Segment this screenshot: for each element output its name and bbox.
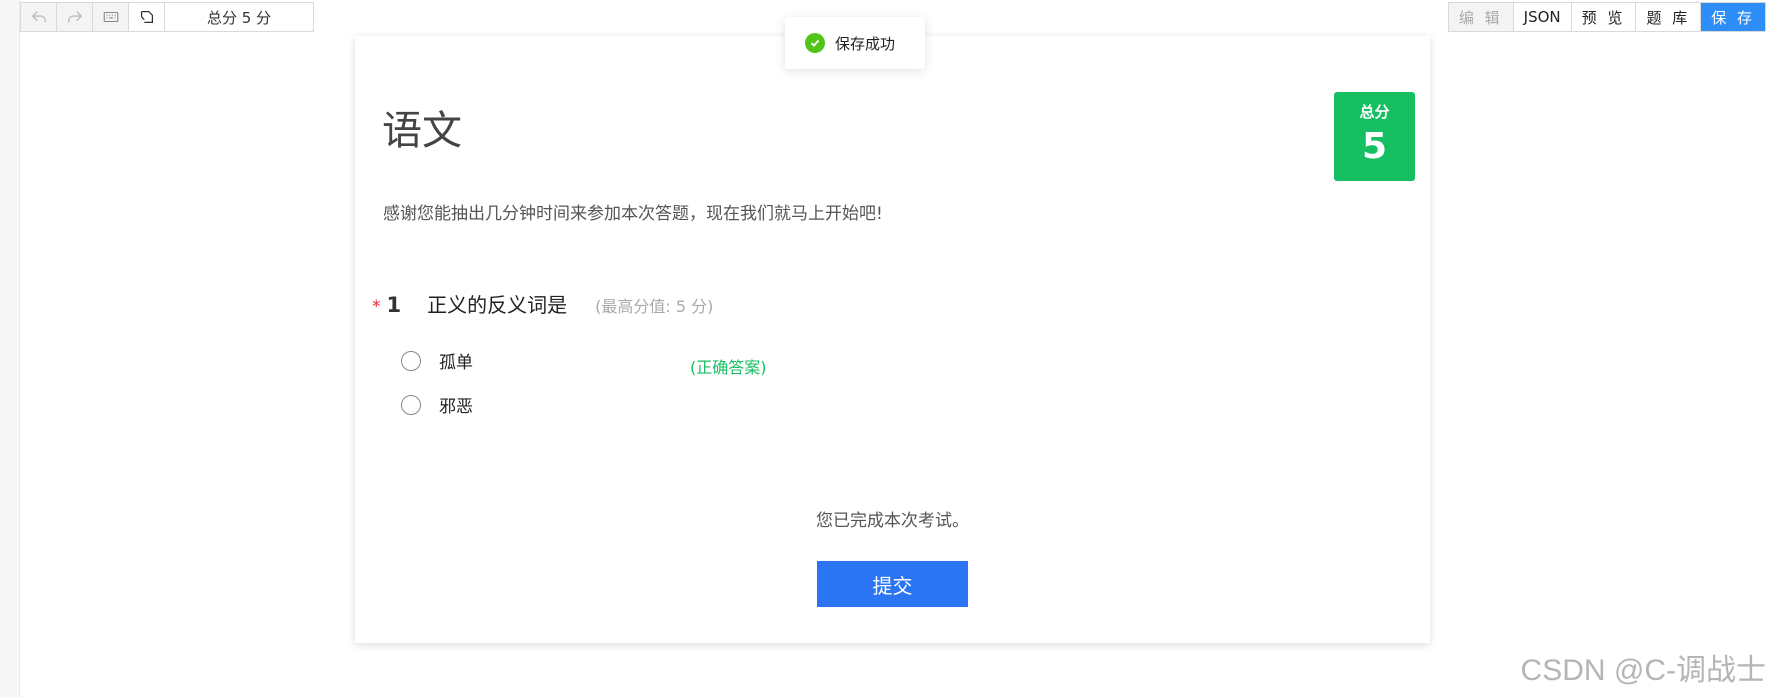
left-gutter <box>0 0 20 697</box>
toolbar-left: 总分 5 分 <box>20 2 314 32</box>
question-bank-button[interactable]: 题 库 <box>1636 3 1702 31</box>
check-circle-icon <box>805 33 825 53</box>
radio-button[interactable] <box>401 350 421 371</box>
total-score-display: 总分 5 分 <box>165 3 313 31</box>
question-text: 正义的反义词是 <box>427 293 568 317</box>
edit-button[interactable]: 编 辑 <box>1448 3 1514 31</box>
save-button[interactable]: 保 存 <box>1701 3 1765 31</box>
option-label: 孤单 <box>439 353 473 373</box>
survey-intro: 感谢您能抽出几分钟时间来参加本次答题，现在我们就马上开始吧! <box>383 204 883 224</box>
required-mark: * <box>372 297 381 317</box>
question-number: 1 <box>386 293 402 317</box>
badge-label: 总分 <box>1359 103 1390 121</box>
correct-answer-note: (正确答案) <box>690 358 767 377</box>
question-max-score: (最高分值: 5 分) <box>595 297 714 316</box>
preview-button[interactable]: 预 览 <box>1572 3 1637 31</box>
keyboard-button[interactable] <box>93 3 129 31</box>
badge-value: 5 <box>1361 126 1388 167</box>
survey-title: 语文 <box>382 108 462 154</box>
toolbar-right: 编 辑 JSON 预 览 题 库 保 存 <box>1447 2 1766 32</box>
redo-icon <box>67 11 82 23</box>
radio-button[interactable] <box>401 394 421 415</box>
toast-message: 保存成功 <box>835 34 896 53</box>
undo-icon <box>31 11 46 23</box>
option-item[interactable]: 孤单 <box>401 348 473 373</box>
option-label: 邪恶 <box>439 397 473 417</box>
watermark: CSDN @C-调战士 <box>1520 654 1766 687</box>
json-button[interactable]: JSON <box>1514 3 1572 31</box>
submit-button[interactable]: 提交 <box>817 561 968 607</box>
total-score-badge: 总分 5 <box>1334 92 1415 181</box>
redo-button[interactable] <box>57 3 93 31</box>
survey-card: 语文 总分 5 感谢您能抽出几分钟时间来参加本次答题，现在我们就马上开始吧! *… <box>355 36 1430 643</box>
option-item[interactable]: 邪恶 <box>401 392 473 417</box>
keyboard-icon <box>103 11 118 23</box>
completion-message: 您已完成本次考试。 <box>816 511 969 531</box>
rotate-icon <box>140 10 153 24</box>
undo-button[interactable] <box>21 3 57 31</box>
question-header: * 1 正义的反义词是 (最高分值: 5 分) <box>372 289 713 318</box>
save-success-toast: 保存成功 <box>785 17 925 69</box>
rotate-button[interactable] <box>129 3 165 31</box>
